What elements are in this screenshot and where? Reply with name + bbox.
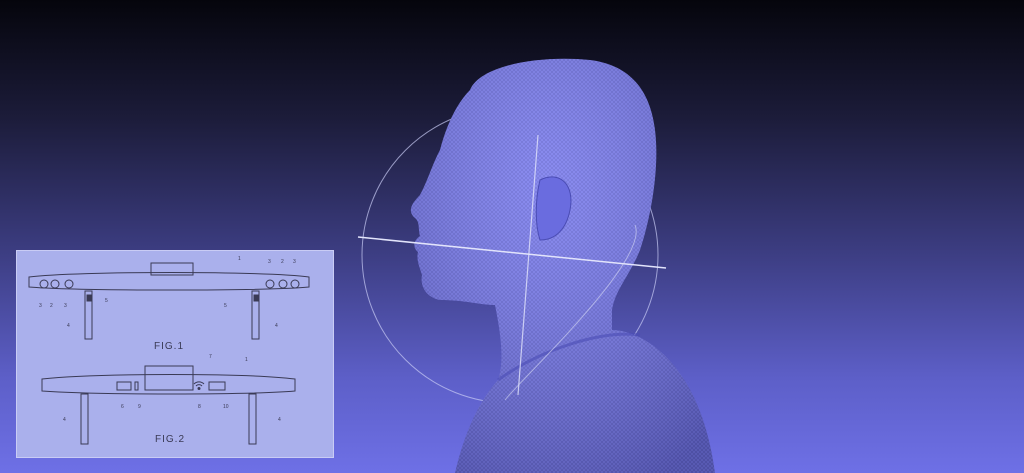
ref-number: 3	[64, 303, 67, 309]
ref-number: 2	[281, 259, 284, 265]
fig2-device	[41, 365, 296, 445]
ref-number: 4	[63, 417, 66, 423]
wifi-icon	[193, 381, 205, 390]
ref-number: 4	[67, 323, 70, 329]
ref-number: 3	[39, 303, 42, 309]
ref-number: 9	[138, 404, 141, 410]
ref-number: 3	[268, 259, 271, 265]
ref-number: 5	[224, 303, 227, 309]
ref-number: 8	[198, 404, 201, 410]
ref-number: 4	[278, 417, 281, 423]
ref-number: 2	[50, 303, 53, 309]
ref-number: 1	[238, 256, 241, 262]
viewport[interactable]: FIG.1 FIG.2 1 3 2 3 5 4 3 2 3 5 4 7 1 6 …	[0, 0, 1024, 473]
fig2-label: FIG.2	[155, 434, 186, 445]
ref-number: 5	[105, 298, 108, 304]
ref-number: 4	[275, 323, 278, 329]
ref-number: 7	[209, 354, 212, 360]
ref-number: 3	[293, 259, 296, 265]
patent-drawing-inset: FIG.1 FIG.2 1 3 2 3 5 4 3 2 3 5 4 7 1 6 …	[16, 250, 334, 458]
ref-number: 10	[223, 404, 229, 410]
fig1-device	[28, 262, 310, 340]
patent-figures	[28, 262, 310, 445]
fig1-label: FIG.1	[154, 341, 185, 352]
head-scan-mesh[interactable]	[410, 58, 715, 473]
ref-number: 1	[245, 357, 248, 363]
ref-number: 6	[121, 404, 124, 410]
